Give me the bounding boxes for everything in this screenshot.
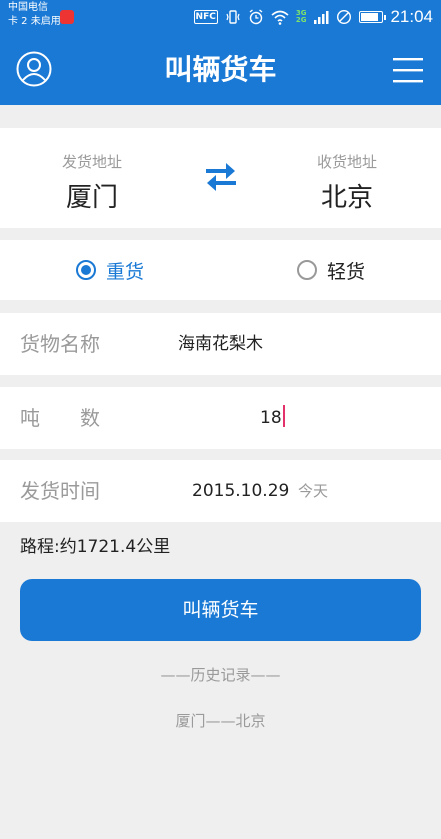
- tonnage-label: 吨 数: [20, 406, 100, 430]
- history-heading: ——历史记录——: [160, 666, 281, 684]
- ship-date-value[interactable]: 2015.10.29: [192, 460, 289, 522]
- call-truck-button[interactable]: 叫辆货车: [20, 579, 421, 641]
- text-caret: [282, 405, 285, 427]
- tonnage-value: 18: [260, 408, 282, 428]
- status-icons: NFC 3G 2G 21:04: [193, 6, 433, 28]
- menu-icon[interactable]: [393, 57, 423, 83]
- no-sim-icon: [337, 9, 352, 25]
- swap-arrows-icon[interactable]: [202, 160, 240, 194]
- origin-address[interactable]: 发货地址 厦门: [17, 128, 167, 214]
- signal-icon: [314, 11, 329, 24]
- route-distance: 路程:约1721.4公里: [20, 537, 171, 557]
- ship-time-label: 发货时间: [20, 479, 100, 503]
- route-card: 发货地址 厦门 收货地址 北京: [0, 128, 441, 228]
- sim-badge-icon: [60, 10, 74, 24]
- goods-name-input[interactable]: 海南花梨木: [0, 313, 441, 375]
- network-2g-label: 2G: [295, 16, 307, 24]
- light-cargo-radio[interactable]: 轻货: [297, 240, 365, 300]
- destination-label: 收货地址: [316, 153, 377, 171]
- destination-city[interactable]: 北京: [272, 182, 422, 214]
- goods-name-row: 货物名称 海南花梨木: [0, 313, 441, 375]
- destination-address[interactable]: 收货地址 北京: [272, 128, 422, 214]
- clock-time: 21:04: [390, 7, 433, 26]
- heavy-cargo-label: 重货: [106, 260, 145, 283]
- today-hint: 今天: [298, 482, 329, 500]
- history-item[interactable]: 厦门——北京: [0, 710, 441, 732]
- wifi-icon: [271, 10, 289, 25]
- alarm-icon: [249, 9, 263, 25]
- status-bar: 中国电信 卡 2 未启用 NFC 3G 2G 21:04: [0, 0, 441, 34]
- cargo-type-selector: 重货 轻货: [0, 240, 441, 300]
- tonnage-input[interactable]: 18: [260, 387, 285, 449]
- page-title: 叫辆货车: [164, 53, 277, 86]
- origin-city[interactable]: 厦门: [17, 182, 167, 214]
- origin-label: 发货地址: [61, 153, 122, 171]
- carrier-label: 中国电信: [8, 2, 48, 13]
- radio-indicator: [76, 260, 96, 280]
- app-bar: 叫辆货车: [0, 34, 441, 105]
- radio-indicator: [297, 260, 317, 280]
- nfc-icon: NFC: [193, 10, 218, 24]
- battery-icon: [359, 11, 387, 23]
- heavy-cargo-radio[interactable]: 重货: [76, 240, 144, 300]
- network-type: 3G 2G: [296, 10, 307, 24]
- light-cargo-label: 轻货: [327, 260, 366, 283]
- sim2-status: 卡 2 未启用: [8, 16, 61, 27]
- vibrate-icon: [226, 10, 240, 24]
- tonnage-row: 吨 数 18: [0, 387, 441, 449]
- ship-time-row[interactable]: 发货时间 2015.10.29 今天: [0, 460, 441, 522]
